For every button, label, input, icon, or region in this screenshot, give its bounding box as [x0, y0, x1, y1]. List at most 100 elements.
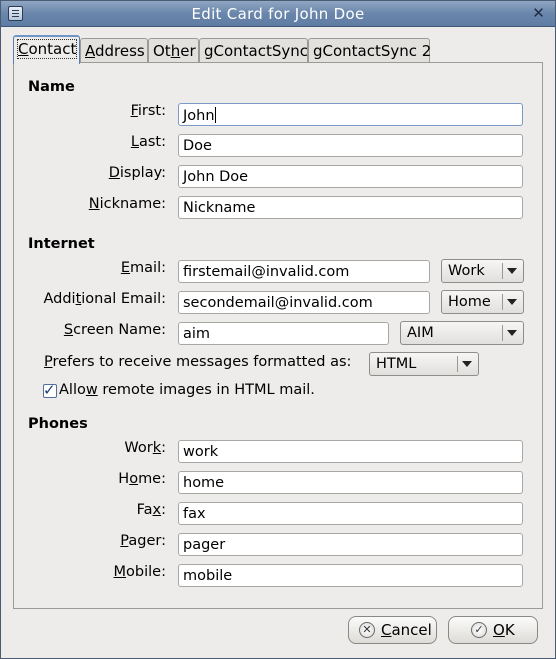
- close-icon[interactable]: ✕: [530, 5, 547, 22]
- ok-button[interactable]: ✓ OK: [448, 616, 538, 644]
- contact-tab-panel: Name First: John Last: Doe Display: John…: [13, 62, 543, 609]
- label-rest: isplay:: [119, 165, 166, 181]
- fax-field[interactable]: fax: [178, 502, 523, 525]
- email-type-value: Work: [448, 263, 485, 279]
- first-name-value: John: [183, 108, 215, 124]
- label-rest: remote images in HTML mail.: [97, 382, 315, 398]
- chevron-down-icon: [507, 299, 517, 305]
- tab-contact[interactable]: Contact: [13, 35, 80, 64]
- mnemonic: L: [130, 134, 139, 150]
- allow-remote-images-checkbox[interactable]: ✓: [43, 381, 57, 399]
- work-phone-label: Work:: [124, 440, 166, 456]
- mnemonic: A: [85, 42, 95, 60]
- mnemonic: x: [152, 502, 162, 518]
- fax-label: Fax:: [137, 502, 166, 518]
- tab-contact-label: Contact: [16, 39, 78, 59]
- mobile-label: Mobile:: [114, 564, 166, 580]
- label-rest: er: [180, 42, 196, 60]
- label-rest: :: [161, 440, 166, 456]
- label-pre: Allo: [59, 382, 86, 398]
- label-rest: creen Name:: [73, 322, 166, 338]
- additional-email-label: Additional Email:: [43, 291, 166, 307]
- label-pre: H: [118, 471, 130, 487]
- additional-email-field[interactable]: secondemail@invalid.com: [178, 291, 430, 314]
- mnemonic: C: [18, 40, 29, 58]
- last-name-field[interactable]: Doe: [178, 134, 523, 157]
- text-caret: [214, 107, 216, 123]
- label-pre: Ot: [153, 42, 171, 60]
- edit-card-dialog: Edit Card for John Doe ✕ Contact Address…: [0, 0, 556, 659]
- additional-email-type-value: Home: [448, 294, 491, 310]
- mnemonic: F: [130, 103, 138, 119]
- screen-name-field[interactable]: aim: [178, 322, 389, 345]
- tab-label: gContactSync: [204, 42, 309, 60]
- label-pre: Wor: [124, 440, 153, 456]
- tab-gcontactsync[interactable]: gContactSync: [199, 38, 308, 63]
- combo-separator: [502, 294, 503, 310]
- checkmark-icon: ✓: [43, 381, 56, 399]
- home-phone-label: Home:: [118, 471, 166, 487]
- mnemonic: E: [120, 260, 131, 276]
- mnemonic: N: [88, 196, 100, 212]
- ok-icon: ✓: [471, 622, 487, 638]
- tab-other[interactable]: Other: [148, 38, 199, 63]
- prefers-format-select[interactable]: HTML: [369, 352, 479, 376]
- mnemonic: S: [63, 322, 74, 338]
- label-rest: ddress: [95, 42, 145, 60]
- label-rest: irst:: [137, 103, 166, 119]
- additional-email-type-select[interactable]: Home: [441, 290, 524, 314]
- combo-separator: [457, 356, 458, 372]
- nickname-label: Nickname:: [89, 196, 166, 212]
- window-title: Edit Card for John Doe: [191, 5, 365, 23]
- tab-gcontactsync-2[interactable]: gContactSync 2: [308, 38, 432, 63]
- internet-section-heading: Internet: [28, 236, 95, 252]
- ok-button-label: OK: [493, 621, 515, 639]
- work-phone-field[interactable]: work: [178, 440, 523, 463]
- cancel-button-label: Cancel: [381, 621, 432, 639]
- screen-name-type-select[interactable]: AIM: [400, 321, 524, 345]
- phones-section-heading: Phones: [28, 416, 88, 432]
- label-rest: :: [161, 502, 166, 518]
- display-name-field[interactable]: John Doe: [178, 165, 523, 188]
- title-bar[interactable]: Edit Card for John Doe ✕: [1, 1, 555, 27]
- mnemonic: h: [170, 42, 181, 60]
- email-field[interactable]: firstemail@invalid.com: [178, 260, 430, 283]
- mnemonic: C: [381, 621, 392, 639]
- label-rest: ager:: [128, 533, 166, 549]
- screen-name-type-value: AIM: [407, 325, 434, 341]
- mnemonic: M: [113, 564, 127, 580]
- nickname-field[interactable]: Nickname: [178, 196, 523, 219]
- first-name-label: First:: [131, 103, 166, 119]
- pager-field[interactable]: pager: [178, 533, 523, 556]
- tab-label: gContactSync 2: [313, 42, 432, 60]
- label-rest: ontact: [28, 40, 77, 58]
- label-rest: ickname:: [99, 196, 166, 212]
- tab-address[interactable]: Address: [80, 38, 148, 63]
- prefers-format-value: HTML: [376, 356, 417, 372]
- label-rest: ional Email:: [81, 291, 166, 307]
- mnemonic: k: [152, 440, 162, 456]
- screen-name-label: Screen Name:: [64, 322, 166, 338]
- cancel-button[interactable]: ✕ Cancel: [348, 616, 437, 644]
- first-name-field[interactable]: John: [178, 103, 523, 126]
- combo-separator: [502, 263, 503, 279]
- cancel-icon: ✕: [359, 622, 375, 638]
- display-name-label: Display:: [109, 165, 166, 181]
- prefers-format-label: Prefers to receive messages formatted as…: [44, 354, 351, 370]
- name-section-heading: Name: [28, 79, 75, 95]
- chevron-down-icon: [507, 268, 517, 274]
- allow-remote-images-label[interactable]: Allow remote images in HTML mail.: [59, 382, 315, 398]
- label-rest: K: [504, 621, 515, 639]
- label-pre: Fa: [136, 502, 153, 518]
- home-phone-field[interactable]: home: [178, 471, 523, 494]
- mnemonic: w: [85, 382, 98, 398]
- email-label: Email:: [121, 260, 166, 276]
- email-type-select[interactable]: Work: [441, 259, 524, 283]
- mnemonic: O: [493, 621, 505, 639]
- pager-label: Pager:: [120, 533, 166, 549]
- label-rest: refers to receive messages formatted as:: [52, 354, 352, 370]
- label-rest: me:: [138, 471, 166, 487]
- chevron-down-icon: [462, 361, 472, 367]
- mobile-field[interactable]: mobile: [178, 564, 523, 587]
- label-rest: ast:: [138, 134, 166, 150]
